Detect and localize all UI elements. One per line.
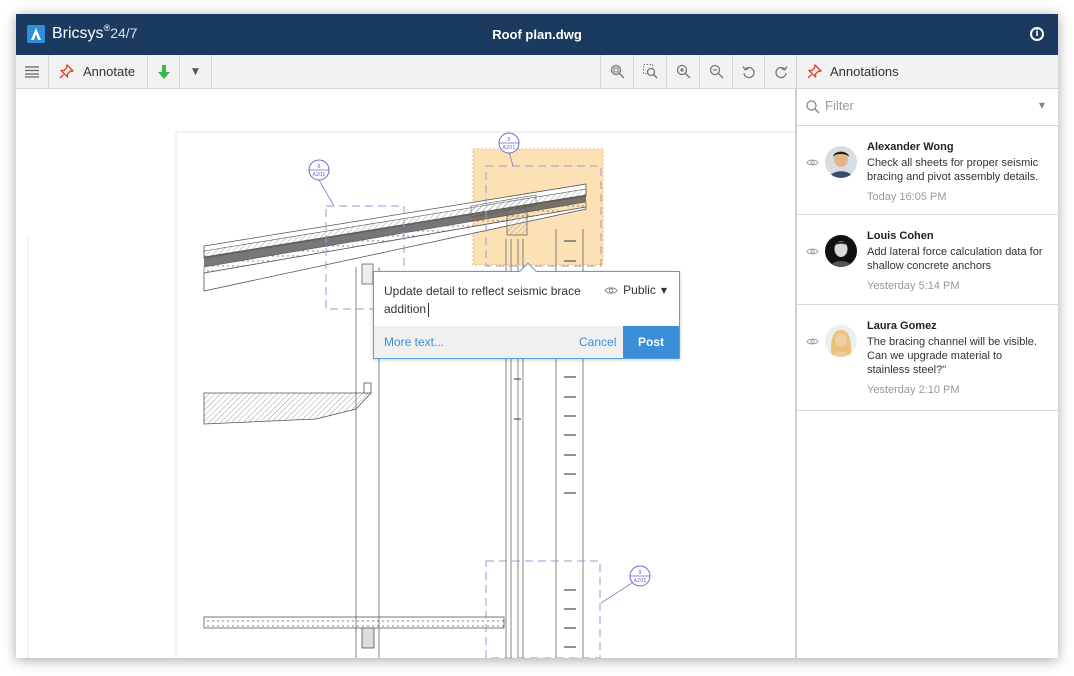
comment-time: Yesterday 2:10 PM xyxy=(867,384,960,396)
marker-3-number: 9 xyxy=(638,570,641,576)
drawing-canvas[interactable]: 6 A201 5 A201 9 A201 Update detail to re… xyxy=(16,89,796,658)
annotation-popup: Update detail to reflect seismic brace a… xyxy=(373,262,680,359)
download-button[interactable] xyxy=(148,55,180,88)
comment-time: Yesterday 5:14 PM xyxy=(867,280,960,292)
eye-icon[interactable] xyxy=(806,247,819,256)
more-text-link[interactable]: More text... xyxy=(384,335,444,349)
panel-header: Annotations xyxy=(797,55,1058,89)
filter-dropdown-icon[interactable]: ▼ xyxy=(1039,101,1045,110)
annotation-text-input[interactable]: Update detail to reflect seismic brace a… xyxy=(384,282,594,318)
annotate-label: Annotate xyxy=(83,64,136,79)
zoom-out-button[interactable] xyxy=(699,55,732,88)
zoom-in-icon xyxy=(676,64,690,79)
brand-text: Bricsys xyxy=(52,25,104,42)
cancel-button[interactable]: Cancel xyxy=(579,335,616,349)
brand-version: 24/7 xyxy=(110,25,138,41)
annotate-button[interactable]: Annotate xyxy=(49,55,148,88)
visibility-label: Public xyxy=(623,283,656,297)
detail-marker-3[interactable]: 9 A201 xyxy=(600,565,651,604)
comment-author: Laura Gomez xyxy=(867,320,937,332)
menu-button[interactable] xyxy=(16,55,49,88)
zoom-fit-button[interactable] xyxy=(600,55,633,88)
rotate-left-icon xyxy=(741,65,755,78)
document-title: Roof plan.dwg xyxy=(492,27,582,42)
zoom-window-button[interactable] xyxy=(633,55,666,88)
popup-footer: More text... Cancel Post xyxy=(374,326,679,358)
zoom-in-button[interactable] xyxy=(666,55,699,88)
brand-registered: ® xyxy=(103,23,111,33)
download-dropdown[interactable]: ▼ xyxy=(180,55,212,88)
avatar xyxy=(825,235,857,267)
eye-icon[interactable] xyxy=(806,337,819,346)
filter-bar: ▼ xyxy=(797,89,1058,126)
pin-icon xyxy=(807,64,822,79)
caret-down-icon: ▼ xyxy=(660,285,667,295)
zoom-window-icon xyxy=(642,64,658,79)
comment-time: Today 16:05 PM xyxy=(867,191,947,203)
comment-text: Add lateral force calculation data for s… xyxy=(867,246,1043,272)
download-arrow-icon xyxy=(157,64,170,79)
rotate-left-button[interactable] xyxy=(732,55,764,88)
comment-text: The bracing channel will be visible. Can… xyxy=(867,336,1037,376)
filter-input[interactable] xyxy=(825,98,1025,113)
marker-2-sheet: A201 xyxy=(503,145,516,151)
marker-3-sheet: A201 xyxy=(634,578,647,584)
comment-author: Alexander Wong xyxy=(867,141,954,153)
text-cursor xyxy=(428,302,430,317)
toolbar: Annotate ▼ xyxy=(16,55,796,89)
marker-2-number: 5 xyxy=(507,137,510,143)
search-icon xyxy=(806,100,820,114)
rotate-right-button[interactable] xyxy=(764,55,796,88)
comment-text: Check all sheets for proper seismic brac… xyxy=(867,157,1039,183)
comment-item[interactable]: Alexander Wong Check all sheets for prop… xyxy=(797,126,1058,215)
comment-item[interactable]: Louis Cohen Add lateral force calculatio… xyxy=(797,215,1058,305)
avatar xyxy=(825,325,857,357)
rotate-right-icon xyxy=(774,65,788,78)
marker-1-number: 6 xyxy=(317,164,320,170)
bricsys-logo xyxy=(27,25,45,43)
zoom-fit-icon xyxy=(610,64,625,79)
comment-author: Louis Cohen xyxy=(867,230,934,242)
info-icon[interactable]: i xyxy=(1030,27,1044,41)
detail-marker-1[interactable]: 6 A201 xyxy=(308,159,335,207)
app-window: Bricsys®24/7 Roof plan.dwg i Annotate ▼ xyxy=(16,14,1058,658)
panel-title: Annotations xyxy=(830,64,899,79)
brand-name: Bricsys®24/7 xyxy=(52,23,138,43)
marker-1-sheet: A201 xyxy=(313,172,326,178)
hamburger-icon xyxy=(25,65,39,78)
floor-bracket xyxy=(203,382,372,425)
avatar xyxy=(825,146,857,178)
pin-icon xyxy=(59,64,74,79)
post-button[interactable]: Post xyxy=(623,326,679,358)
annotations-panel: Annotations ▼ Alexander Wong Check all s… xyxy=(796,55,1058,658)
comment-item[interactable]: Laura Gomez The bracing channel will be … xyxy=(797,305,1058,411)
eye-icon[interactable] xyxy=(806,158,819,167)
caret-down-icon: ▼ xyxy=(192,66,199,77)
annotation-text: Update detail to reflect seismic brace a… xyxy=(384,284,581,316)
cad-drawing[interactable]: 6 A201 5 A201 9 A201 xyxy=(16,89,796,658)
floor-slab xyxy=(203,616,505,649)
zoom-out-icon xyxy=(709,64,723,79)
visibility-dropdown[interactable]: Public ▼ xyxy=(604,283,667,297)
title-bar: Bricsys®24/7 Roof plan.dwg i xyxy=(16,14,1058,55)
eye-icon xyxy=(604,286,618,294)
